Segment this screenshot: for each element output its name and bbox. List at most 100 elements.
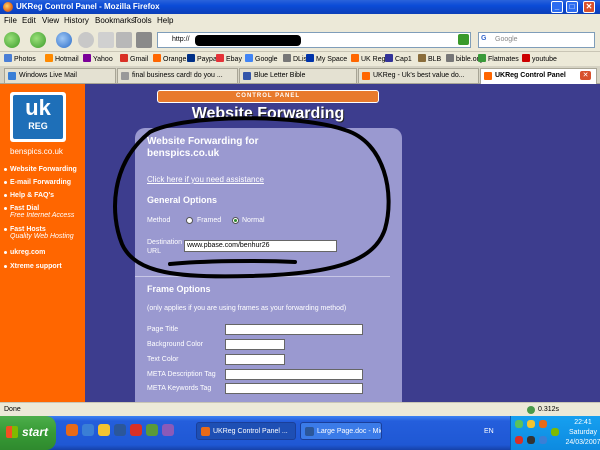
menu-tools[interactable]: Tools xyxy=(133,16,152,25)
normal-radio[interactable] xyxy=(232,217,239,224)
background-color-field[interactable] xyxy=(225,339,285,350)
quicklaunch-desktop-icon[interactable] xyxy=(146,424,158,436)
tab-4[interactable]: UKReg - Uk's best value do... xyxy=(358,68,479,83)
start-button[interactable]: start xyxy=(0,416,56,450)
bookmark-hotmail[interactable]: Hotmail xyxy=(45,54,79,63)
panel-title: Website Forwarding for xyxy=(147,136,259,147)
meta-description-label: META Description Tag xyxy=(147,371,216,378)
text-color-field[interactable] xyxy=(225,354,285,365)
tray-app-icon[interactable] xyxy=(539,420,547,428)
bookmark-photos[interactable]: Photos xyxy=(4,54,36,63)
clock-day: Saturday xyxy=(568,429,598,436)
quicklaunch-media-icon[interactable] xyxy=(162,424,174,436)
quicklaunch-folder-icon[interactable] xyxy=(98,424,110,436)
sidebar-item-label: Fast Dial xyxy=(10,205,40,212)
destination-url-field[interactable]: www.pbase.com/benhur26 xyxy=(184,240,337,252)
google-search-icon: G xyxy=(481,35,487,42)
tray-update-icon[interactable] xyxy=(551,428,559,436)
quicklaunch-word-icon[interactable] xyxy=(114,424,126,436)
reload-icon[interactable] xyxy=(56,32,72,48)
sidebar-item-e-mail-forwarding[interactable]: E-mail Forwarding xyxy=(3,179,72,186)
taskbar-button-1[interactable]: UKReg Control Panel ... xyxy=(196,422,296,440)
frame-options-note: (only applies if you are using frames as… xyxy=(147,305,347,312)
clock[interactable]: 22:41 Saturday 24/03/2007 xyxy=(565,418,600,448)
tab-favicon-icon xyxy=(243,72,251,80)
bookmark-ebay[interactable]: Ebay xyxy=(216,54,242,63)
meta-keywords-field[interactable] xyxy=(225,383,363,394)
bookmark-uk-reg[interactable]: UK Reg xyxy=(351,54,386,63)
close-button[interactable]: ✕ xyxy=(583,1,595,13)
sidebar-item-sublabel: Quality Web Hosting xyxy=(10,233,74,240)
tray-alert-icon[interactable] xyxy=(515,436,523,444)
bookmark-google[interactable]: Google xyxy=(245,54,278,63)
bookmark-orange[interactable]: Orange xyxy=(153,54,186,63)
maximize-button[interactable]: □ xyxy=(566,1,578,13)
framed-radio[interactable] xyxy=(186,217,193,224)
bookmark-my-space[interactable]: My Space xyxy=(306,54,347,63)
go-icon[interactable] xyxy=(458,34,469,45)
tray-messenger-icon[interactable] xyxy=(539,436,547,444)
tab-2[interactable]: final business card! do you ... xyxy=(117,68,238,83)
menu-view[interactable]: View xyxy=(42,16,59,25)
back-icon[interactable] xyxy=(4,32,20,48)
search-input[interactable]: G Google xyxy=(478,32,595,48)
tab-1[interactable]: Windows Live Mail xyxy=(4,68,116,83)
quicklaunch-app-icon[interactable] xyxy=(130,424,142,436)
tray-volume-icon[interactable] xyxy=(527,436,535,444)
system-tray: 22:41 Saturday 24/03/2007 xyxy=(510,416,600,450)
menu-bookmarks[interactable]: Bookmarks xyxy=(95,16,135,25)
bookmark-blb[interactable]: BLB xyxy=(418,54,441,63)
bookmark-flatmates[interactable]: Flatmates xyxy=(478,54,519,63)
sidebar-item-label: Website Forwarding xyxy=(10,166,77,173)
bookmark-cap1[interactable]: Cap1 xyxy=(385,54,412,63)
title-bar[interactable]: UKReg Control Panel - Mozilla Firefox _ … xyxy=(0,0,600,14)
new-tab-icon[interactable] xyxy=(98,32,114,48)
bookmark-label: Orange xyxy=(163,56,187,63)
window-title: UKReg Control Panel - Mozilla Firefox xyxy=(16,2,160,11)
home-icon[interactable] xyxy=(136,32,152,48)
ukreg-logo[interactable]: uk REG xyxy=(10,92,66,142)
meta-description-field[interactable] xyxy=(225,369,363,380)
sidebar-item-ukreg-com[interactable]: ukreg.com xyxy=(3,249,45,256)
quicklaunch-firefox-icon[interactable] xyxy=(66,424,78,436)
print-icon[interactable] xyxy=(116,32,132,48)
clock-date: 24/03/2007 xyxy=(565,439,600,446)
destination-label: Destination xyxy=(147,239,183,246)
tab-3[interactable]: Blue Letter Bible xyxy=(239,68,357,83)
menu-edit[interactable]: Edit xyxy=(22,16,36,25)
sidebar-item-fast-dial[interactable]: Fast Dial Free Internet Access xyxy=(3,205,74,219)
bookmark-youtube[interactable]: youtube xyxy=(522,54,557,63)
sidebar-item-label: E-mail Forwarding xyxy=(10,179,72,186)
tab-close-button[interactable]: ✕ xyxy=(580,71,591,80)
minimize-button[interactable]: _ xyxy=(551,1,563,13)
tray-security-icon[interactable] xyxy=(527,420,535,428)
bookmark-label: Google xyxy=(255,56,278,63)
bookmark-yahoo[interactable]: Yahoo xyxy=(83,54,113,63)
sidebar-item-xtreme-support[interactable]: Xtreme support xyxy=(4,263,62,270)
bookmark-favicon-icon xyxy=(45,54,53,62)
sidebar-item-help-faq-s[interactable]: Help & FAQ's xyxy=(3,192,54,199)
bookmark-gmail[interactable]: Gmail xyxy=(120,54,148,63)
general-options-heading: General Options xyxy=(147,195,218,205)
taskbar-button-2[interactable]: Large Page.doc - Micr... xyxy=(300,422,382,440)
assistance-link[interactable]: Click here if you need assistance xyxy=(147,175,264,184)
language-indicator[interactable]: EN xyxy=(484,428,494,435)
bookmark-paypal[interactable]: Paypal xyxy=(187,54,218,63)
sidebar-item-fast-hosts[interactable]: Fast Hosts Quality Web Hosting xyxy=(4,226,74,240)
stop-icon[interactable] xyxy=(78,32,94,48)
tray-network-icon[interactable] xyxy=(515,420,523,428)
menu-help[interactable]: Help xyxy=(157,16,173,25)
destination-url-label: URL xyxy=(147,248,162,255)
bookmark-favicon-icon xyxy=(478,54,486,62)
control-panel-button[interactable]: CONTROL PANEL xyxy=(157,90,379,103)
bookmarks-toolbar: Photos Hotmail Yahoo Gmail Orange Paypal Ebay G… xyxy=(0,52,600,66)
bookmark-favicon-icon xyxy=(306,54,314,62)
menu-file[interactable]: File xyxy=(4,16,17,25)
quicklaunch-ie-icon[interactable] xyxy=(82,424,94,436)
forward-icon[interactable] xyxy=(30,32,46,48)
url-bar[interactable]: http:// xyxy=(157,32,471,48)
page-title-field[interactable] xyxy=(225,324,363,335)
firefox-icon xyxy=(3,2,13,12)
sidebar-item-website-forwarding[interactable]: Website Forwarding xyxy=(4,166,77,173)
menu-history[interactable]: History xyxy=(64,16,89,25)
